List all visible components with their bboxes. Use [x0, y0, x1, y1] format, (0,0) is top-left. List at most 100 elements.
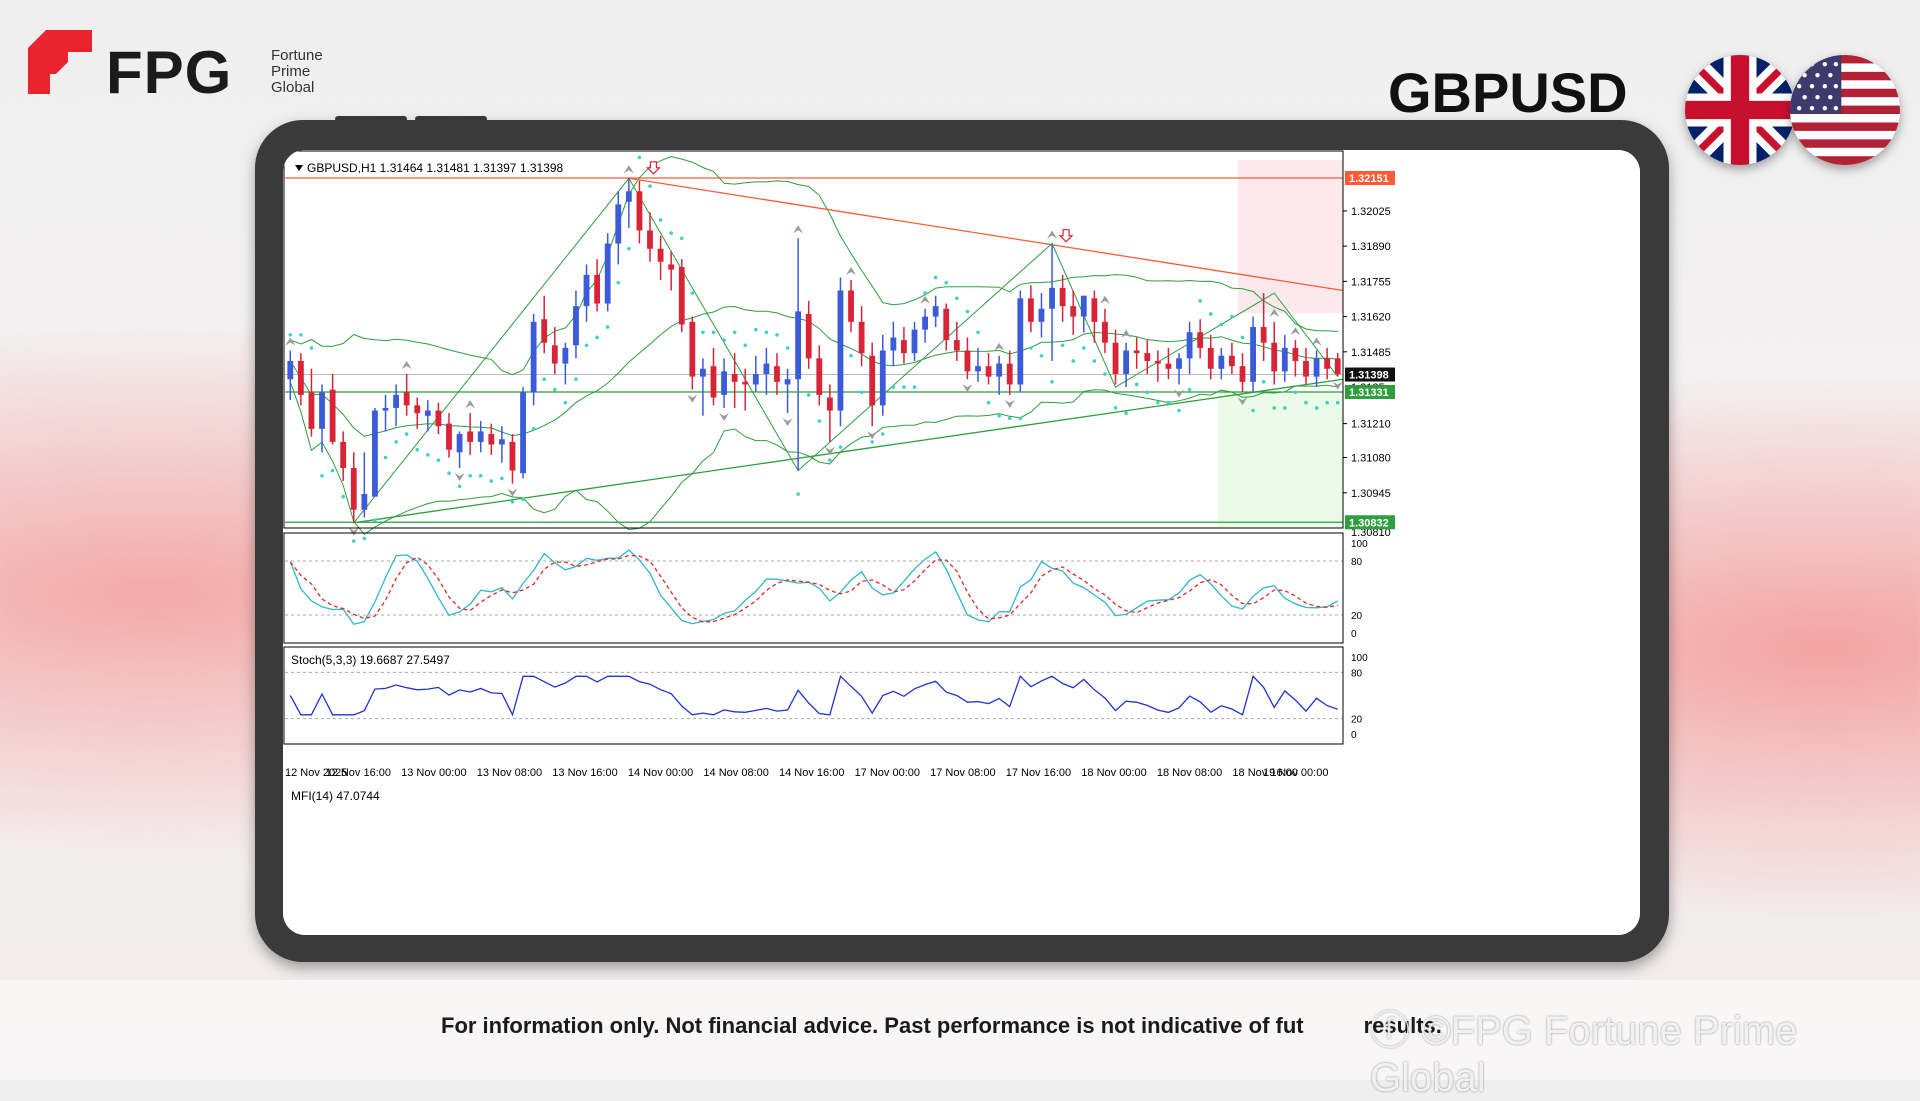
- psar-dot: [1113, 406, 1118, 410]
- candle-body: [615, 204, 622, 244]
- psar-dot: [1134, 382, 1139, 387]
- psar-dot: [489, 479, 494, 483]
- psar-dot: [1071, 359, 1076, 363]
- candle-body: [932, 306, 939, 317]
- psar-dot: [859, 390, 864, 395]
- candle-body: [689, 321, 696, 377]
- candle-body: [456, 434, 463, 453]
- candle-body: [498, 439, 505, 445]
- us-flag-icon: [1790, 55, 1900, 165]
- candle-body: [361, 494, 368, 510]
- psar-dot: [955, 296, 959, 301]
- candle-body: [382, 407, 389, 411]
- uk-flag-icon: [1685, 55, 1795, 165]
- candle-body: [530, 321, 537, 393]
- candle-body: [752, 374, 759, 385]
- candle-body: [583, 274, 590, 307]
- candle-body: [636, 191, 643, 231]
- candle-body: [1154, 360, 1161, 364]
- psar-dot: [1145, 390, 1150, 395]
- time-label: 12 Nov 16:00: [326, 767, 391, 779]
- brand-subtitle: Fortune Prime Global: [271, 48, 351, 96]
- candle-body: [996, 363, 1003, 377]
- candle-body: [562, 347, 569, 364]
- psar-dot: [426, 453, 430, 457]
- candle-body: [1006, 363, 1013, 385]
- candle-body: [805, 313, 812, 359]
- psar-dot: [870, 440, 874, 444]
- price-tick-label: 1.31620: [1351, 312, 1391, 324]
- disclaimer-text: For information only. Not financial advi…: [441, 1013, 1442, 1038]
- price-tag-top: 1.32151: [1349, 173, 1389, 185]
- psar-dot: [468, 474, 472, 478]
- psar-dot: [531, 427, 536, 431]
- psar-dot: [1272, 406, 1277, 410]
- psar-dot: [500, 476, 504, 481]
- psar-dot: [1283, 406, 1287, 410]
- mfi-label: MFI(14) 47.0744: [291, 789, 380, 803]
- candle-body: [700, 368, 706, 377]
- candle-body: [1038, 308, 1045, 322]
- candle-body: [1186, 332, 1193, 359]
- candle-body: [710, 366, 717, 398]
- target-zone-low: [1218, 392, 1343, 528]
- psar-dot: [817, 419, 822, 423]
- psar-dot: [1124, 411, 1128, 415]
- candle-body: [837, 290, 844, 411]
- candle-body: [551, 345, 558, 364]
- candle-body: [435, 410, 442, 427]
- candle-body: [1176, 358, 1182, 369]
- psar-dot: [1166, 400, 1171, 405]
- price-tag-current: 1.31398: [1349, 370, 1389, 382]
- time-label: 17 Nov 16:00: [1006, 767, 1071, 779]
- psar-dot: [828, 458, 832, 462]
- price-tick-label: 1.32025: [1351, 206, 1391, 218]
- candle-body: [731, 374, 738, 382]
- candle-body: [911, 329, 918, 354]
- time-label: 14 Nov 16:00: [779, 767, 844, 779]
- candle-body: [657, 248, 664, 262]
- psar-dot: [320, 474, 324, 478]
- candle-body: [1218, 355, 1225, 369]
- psar-dot: [743, 343, 748, 348]
- psar-dot: [1208, 312, 1213, 316]
- psar-dot: [1335, 400, 1340, 405]
- psar-dot: [732, 330, 737, 335]
- candle-body: [509, 441, 516, 471]
- time-label: 17 Nov 08:00: [930, 767, 995, 779]
- candle: [372, 407, 378, 497]
- time-label: 14 Nov 08:00: [703, 767, 768, 779]
- psar-dot: [764, 330, 769, 335]
- psar-dot: [902, 385, 906, 389]
- candle-body: [964, 350, 971, 372]
- candle: [678, 259, 685, 333]
- psar-dot: [1050, 380, 1054, 384]
- psar-dot: [658, 218, 663, 222]
- target-zone-high: [1238, 160, 1343, 313]
- psar-dot: [288, 333, 293, 337]
- psar-dot: [394, 440, 398, 444]
- candle-body: [1229, 355, 1235, 367]
- psar-dot: [701, 330, 705, 335]
- price-chart[interactable]: 100 80 20 0 100 80 20 0 1.32025 1.31890 1.31755 1.…: [283, 150, 1640, 935]
- candle-body: [424, 410, 431, 416]
- candle-body: [879, 350, 886, 406]
- symbol-title: GBPUSD: [1388, 61, 1628, 124]
- psar-dot: [373, 518, 377, 522]
- time-label: 14 Nov 00:00: [628, 767, 693, 779]
- psar-dot: [1304, 400, 1308, 405]
- time-label: 18 Nov 08:00: [1157, 767, 1222, 779]
- psar-dot: [1240, 335, 1245, 340]
- psar-dot: [1325, 400, 1329, 405]
- candle-body: [1049, 287, 1055, 309]
- psar-dot: [880, 432, 885, 436]
- candle-body: [890, 337, 897, 351]
- candle-body: [467, 431, 474, 442]
- mfi-level-label: 0: [1351, 730, 1357, 741]
- psar-dot: [796, 492, 800, 496]
- candle-body: [647, 230, 653, 249]
- psar-dot: [341, 494, 345, 499]
- time-label: 17 Nov 00:00: [855, 767, 920, 779]
- psar-dot: [351, 539, 356, 543]
- psar-dot: [552, 387, 557, 392]
